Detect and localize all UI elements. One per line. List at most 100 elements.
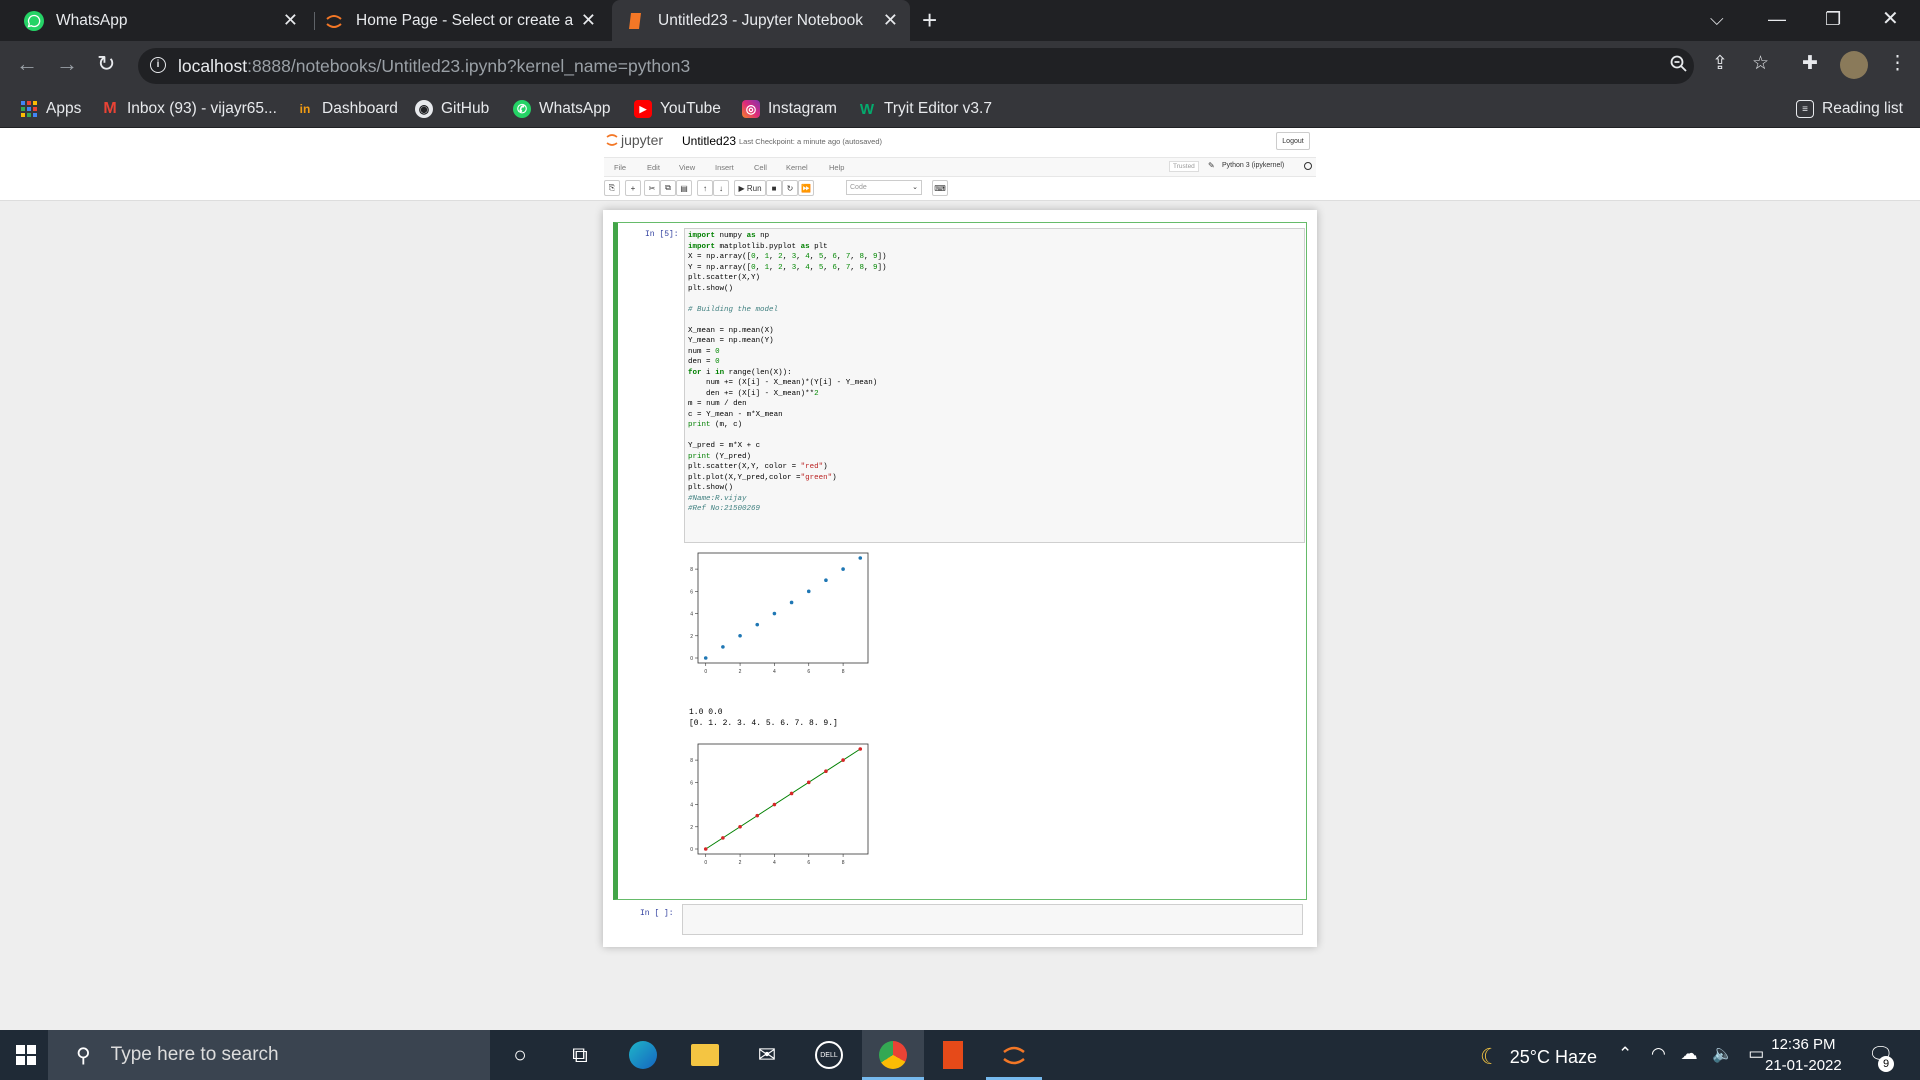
- menu-edit[interactable]: Edit: [647, 163, 660, 172]
- menu-kernel[interactable]: Kernel: [786, 163, 808, 172]
- tab-untitled23[interactable]: Untitled23 - Jupyter Notebook ✕: [612, 0, 910, 41]
- tab-whatsapp[interactable]: WhatsApp ✕: [10, 0, 310, 41]
- x-tick-label: 2: [739, 669, 742, 675]
- bookmark-tryit[interactable]: W Tryit Editor v3.7: [858, 98, 992, 120]
- bookmark-label: Apps: [46, 100, 82, 117]
- empty-code-cell[interactable]: [682, 904, 1303, 935]
- bookmark-github[interactable]: ◉ GitHub: [415, 98, 489, 120]
- code-line: for i in range(len(X)):: [688, 368, 792, 377]
- restart-run-all-icon[interactable]: ⏩: [798, 180, 814, 196]
- github-icon: ◉: [415, 100, 433, 118]
- onedrive-icon[interactable]: ☁: [1681, 1044, 1698, 1063]
- mail-icon[interactable]: ✉: [752, 1040, 782, 1070]
- url-text[interactable]: localhost:8888/notebooks/Untitled23.ipyn…: [178, 56, 690, 77]
- code-line: m = num / den: [688, 400, 747, 408]
- volume-icon[interactable]: 🔈: [1712, 1044, 1733, 1063]
- run-button[interactable]: ▶ Run: [734, 180, 766, 196]
- close-icon[interactable]: ✕: [581, 10, 596, 30]
- bookmark-youtube[interactable]: ▶ YouTube: [634, 98, 721, 120]
- command-palette-icon[interactable]: ⌨: [932, 180, 948, 196]
- site-info-icon[interactable]: i: [150, 57, 166, 73]
- kernel-name[interactable]: Python 3 (ipykernel): [1222, 162, 1284, 169]
- forward-arrow-icon[interactable]: →: [56, 51, 78, 77]
- scatter-point: [738, 633, 742, 638]
- windows-taskbar: ⚲ Type here to search ○ ⧉ ✉ DELL ☾ 25°C …: [0, 1030, 1920, 1080]
- reading-list[interactable]: ≡ Reading list: [1796, 98, 1903, 120]
- notebook-name[interactable]: Untitled23: [682, 134, 736, 148]
- bookmark-star-icon[interactable]: ☆: [1752, 53, 1769, 75]
- minimize-button[interactable]: —: [1768, 6, 1786, 32]
- copy-icon[interactable]: ⧉: [660, 180, 676, 196]
- save-icon[interactable]: ⎘: [604, 180, 620, 196]
- bookmark-inbox[interactable]: M Inbox (93) - vijayr65...: [101, 98, 277, 120]
- bookmark-apps[interactable]: Apps: [20, 98, 81, 120]
- back-arrow-icon[interactable]: ←: [16, 51, 38, 77]
- code-line: c = Y_mean - m*X_mean: [688, 410, 783, 419]
- extensions-puzzle-icon[interactable]: ✚: [1802, 53, 1818, 75]
- file-explorer-icon[interactable]: [690, 1040, 720, 1070]
- windows-start-icon[interactable]: [16, 1045, 36, 1070]
- tab-jupyter-home[interactable]: Home Page - Select or create a n ✕: [318, 0, 608, 41]
- paste-icon[interactable]: ▤: [676, 180, 692, 196]
- window-close-button[interactable]: ✕: [1882, 6, 1899, 32]
- logout-button[interactable]: Logout: [1276, 132, 1310, 150]
- insert-cell-icon[interactable]: +: [625, 180, 641, 196]
- weather-widget[interactable]: ☾ 25°C Haze: [1480, 1044, 1597, 1070]
- omnibox[interactable]: i localhost:8888/notebooks/Untitled23.ip…: [138, 48, 1694, 84]
- pencil-icon[interactable]: ✎: [1208, 161, 1215, 170]
- taskbar-jupyter[interactable]: [986, 1030, 1042, 1080]
- trusted-badge[interactable]: Trusted: [1169, 161, 1199, 172]
- office-icon[interactable]: [938, 1040, 968, 1070]
- bookmark-dashboard[interactable]: in Dashboard: [296, 98, 398, 120]
- dell-icon[interactable]: DELL: [814, 1040, 844, 1070]
- chevron-up-icon[interactable]: ⌃: [1618, 1044, 1632, 1063]
- notification-icon[interactable]: 🗨 9: [1868, 1042, 1894, 1072]
- new-tab-button[interactable]: +: [922, 6, 937, 34]
- code-text[interactable]: import numpy as np import matplotlib.pypl…: [688, 231, 887, 515]
- menu-dots-icon[interactable]: ⋮: [1888, 53, 1907, 75]
- move-down-icon[interactable]: ↓: [713, 180, 729, 196]
- instagram-icon: ◎: [742, 100, 760, 118]
- tab-search-chevron-icon[interactable]: ⌵: [1710, 6, 1724, 32]
- apps-grid-icon: [20, 100, 38, 118]
- cut-icon[interactable]: ✂: [644, 180, 660, 196]
- menu-help[interactable]: Help: [829, 163, 844, 172]
- search-placeholder: Type here to search: [110, 1044, 279, 1065]
- move-up-icon[interactable]: ↑: [697, 180, 713, 196]
- close-icon[interactable]: ✕: [283, 10, 298, 30]
- edge-icon[interactable]: [628, 1040, 658, 1070]
- menu-view[interactable]: View: [679, 163, 695, 172]
- task-view-icon[interactable]: ⧉: [565, 1040, 595, 1070]
- scatter-point: [703, 656, 708, 660]
- jupyter-logo[interactable]: jupyter: [606, 132, 663, 148]
- code-line: #Ref No:21500269: [688, 505, 761, 513]
- code-cell-selected[interactable]: In [5]: import numpy as np import matplot…: [613, 222, 1307, 900]
- scatter-point: [858, 556, 863, 560]
- x-tick-label: 2: [739, 860, 742, 866]
- reload-icon[interactable]: ↻: [97, 51, 115, 77]
- taskbar-search[interactable]: ⚲ Type here to search: [48, 1030, 490, 1080]
- restore-button[interactable]: ❐: [1825, 6, 1841, 32]
- restart-icon[interactable]: ↻: [782, 180, 798, 196]
- menu-cell[interactable]: Cell: [754, 163, 767, 172]
- cortana-icon[interactable]: ○: [505, 1040, 535, 1070]
- share-icon[interactable]: ⇪: [1712, 53, 1728, 75]
- profile-avatar[interactable]: [1840, 51, 1868, 79]
- interrupt-icon[interactable]: ■: [766, 180, 782, 196]
- code-editor[interactable]: import numpy as np import matplotlib.pypl…: [684, 228, 1305, 543]
- cell-type-select[interactable]: Code ⌄: [846, 180, 922, 195]
- taskbar-chrome-active[interactable]: [862, 1030, 924, 1080]
- print-y-pred: [0. 1. 2. 3. 4. 5. 6. 7. 8. 9.]: [689, 719, 838, 728]
- battery-icon[interactable]: ▭: [1748, 1044, 1764, 1063]
- wifi-icon[interactable]: ◠: [1651, 1044, 1666, 1063]
- menu-insert[interactable]: Insert: [715, 163, 734, 172]
- menu-file[interactable]: File: [614, 163, 626, 172]
- close-icon[interactable]: ✕: [883, 10, 898, 30]
- bookmark-whatsapp[interactable]: ✆ WhatsApp: [513, 98, 611, 120]
- zoom-icon[interactable]: [1670, 55, 1688, 79]
- scatter-point: [772, 802, 777, 807]
- bookmark-instagram[interactable]: ◎ Instagram: [742, 98, 837, 120]
- address-toolbar: ← → ↻ i localhost:8888/notebooks/Untitle…: [0, 41, 1920, 90]
- dashboard-icon: in: [299, 102, 311, 116]
- clock[interactable]: 12:36 PM 21-01-2022: [1765, 1034, 1842, 1076]
